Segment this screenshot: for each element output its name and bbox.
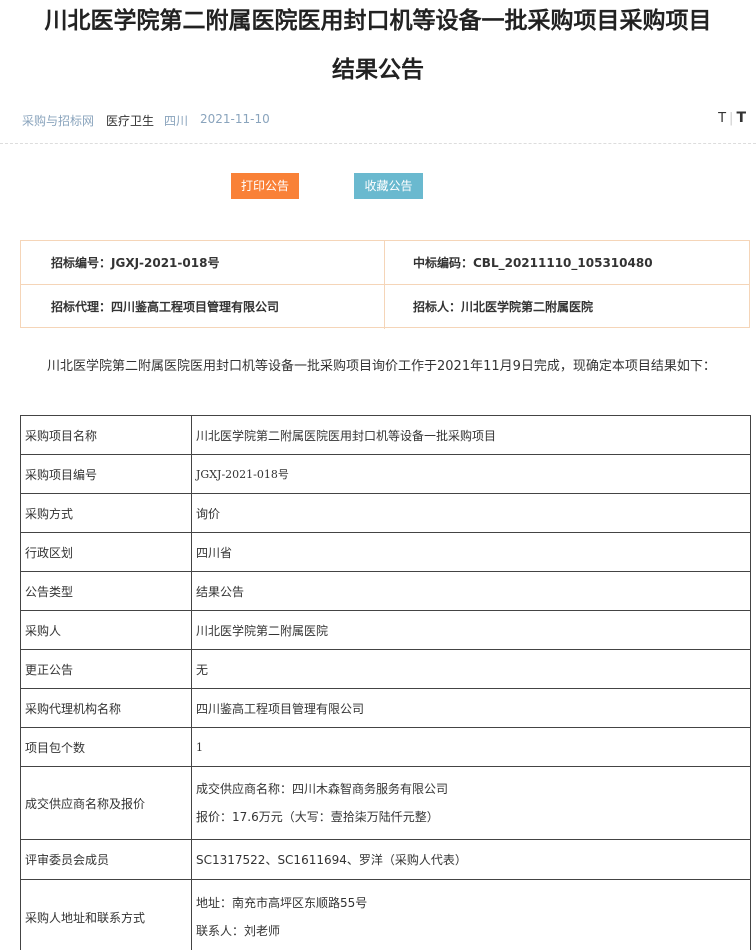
result-table: 采购项目名称 川北医学院第二附属医院医用封口机等设备一批采购项目 采购项目编号 JG… [20,415,751,950]
font-large-button[interactable]: T [736,110,746,126]
page-title: 川北医学院第二附属医院医用封口机等设备一批采购项目采购项目 结果公告 [0,0,756,98]
table-row: 行政区划 四川省 [20,532,751,572]
table-row: 采购代理机构名称 四川鉴高工程项目管理有限公司 [20,688,751,728]
row-label: 成交供应商名称及报价 [20,766,192,840]
row-label: 采购项目编号 [20,454,192,494]
win-code: 中标编码：CBL_20211110_105310480 [385,241,749,285]
contact-person: 联系人：刘老师 [196,924,281,938]
favorite-button[interactable]: 收藏公告 [354,173,423,199]
table-row: 采购项目编号 JGXJ-2021-018号 [20,454,751,494]
row-value: 1 [191,727,751,767]
table-row: 采购方式 询价 [20,493,751,533]
source-site-link[interactable]: 采购与招标网 [22,112,94,129]
row-value: 四川省 [191,532,751,572]
row-value: 成交供应商名称：四川木森智商务服务有限公司 报价：17.6万元（大写：壹拾柒万陆… [191,766,751,840]
row-label: 评审委员会成员 [20,839,192,880]
row-value: 结果公告 [191,571,751,611]
row-label: 公告类型 [20,571,192,611]
table-row: 采购项目名称 川北医学院第二附属医院医用封口机等设备一批采购项目 [20,415,751,455]
row-label: 采购人地址和联系方式 [20,879,192,950]
row-label: 采购人 [20,610,192,650]
title-line-2: 结果公告 [332,57,424,83]
category-label: 医疗卫生 [106,114,155,128]
table-row: 采购人 川北医学院第二附属医院 [20,610,751,650]
print-button[interactable]: 打印公告 [231,173,299,199]
row-label: 更正公告 [20,649,192,689]
table-row: 成交供应商名称及报价 成交供应商名称：四川木森智商务服务有限公司 报价：17.6… [20,766,751,840]
table-row: 项目包个数 1 [20,727,751,767]
bid-agent: 招标代理：四川鉴高工程项目管理有限公司 [21,285,385,329]
font-size-switcher: T | T [718,110,746,126]
row-value: 无 [191,649,751,689]
row-label: 采购代理机构名称 [20,688,192,728]
table-row: 评审委员会成员 SC1317522、SC1611694、罗洋（采购人代表） [20,839,751,880]
contact-address: 地址：南充市高坪区东顺路55号 [196,896,368,910]
row-label: 项目包个数 [20,727,192,767]
row-value: SC1317522、SC1611694、罗洋（采购人代表） [191,839,751,880]
row-value: 询价 [191,493,751,533]
row-value: 川北医学院第二附属医院 [191,610,751,650]
table-row: 采购人地址和联系方式 地址：南充市高坪区东顺路55号 联系人：刘老师 [20,879,751,950]
row-label: 行政区划 [20,532,192,572]
row-value: JGXJ-2021-018号 [191,454,751,494]
region-label: 四川 [164,114,189,128]
publish-date: 2021-11-10 [200,112,270,126]
bid-number: 招标编号：JGXJ-2021-018号 [21,241,385,285]
row-value: 川北医学院第二附属医院医用封口机等设备一批采购项目 [191,415,751,455]
row-label: 采购项目名称 [20,415,192,455]
row-value: 四川鉴高工程项目管理有限公司 [191,688,751,728]
title-line-1: 川北医学院第二附属医院医用封口机等设备一批采购项目采购项目 [44,8,712,34]
bid-info-box: 招标编号：JGXJ-2021-018号 中标编码：CBL_20211110_10… [20,240,750,329]
font-small-button[interactable]: T [718,111,726,126]
font-separator: | [729,111,734,126]
supplier-name: 成交供应商名称：四川木森智商务服务有限公司 [196,782,449,796]
supplier-price: 报价：17.6万元（大写：壹拾柒万陆仟元整） [196,810,439,824]
tenderer: 招标人：川北医学院第二附属医院 [413,300,594,314]
table-row: 更正公告无 [20,649,751,689]
row-value: 地址：南充市高坪区东顺路55号 联系人：刘老师 [191,879,751,950]
row-label: 采购方式 [20,493,192,533]
intro-paragraph: 川北医学院第二附属医院医用封口机等设备一批采购项目询价工作于2021年11月9日… [47,359,716,374]
table-row: 公告类型 结果公告 [20,571,751,611]
meta-row: 采购与招标网 医疗卫生 四川 2021-11-10 T | T [0,108,756,144]
